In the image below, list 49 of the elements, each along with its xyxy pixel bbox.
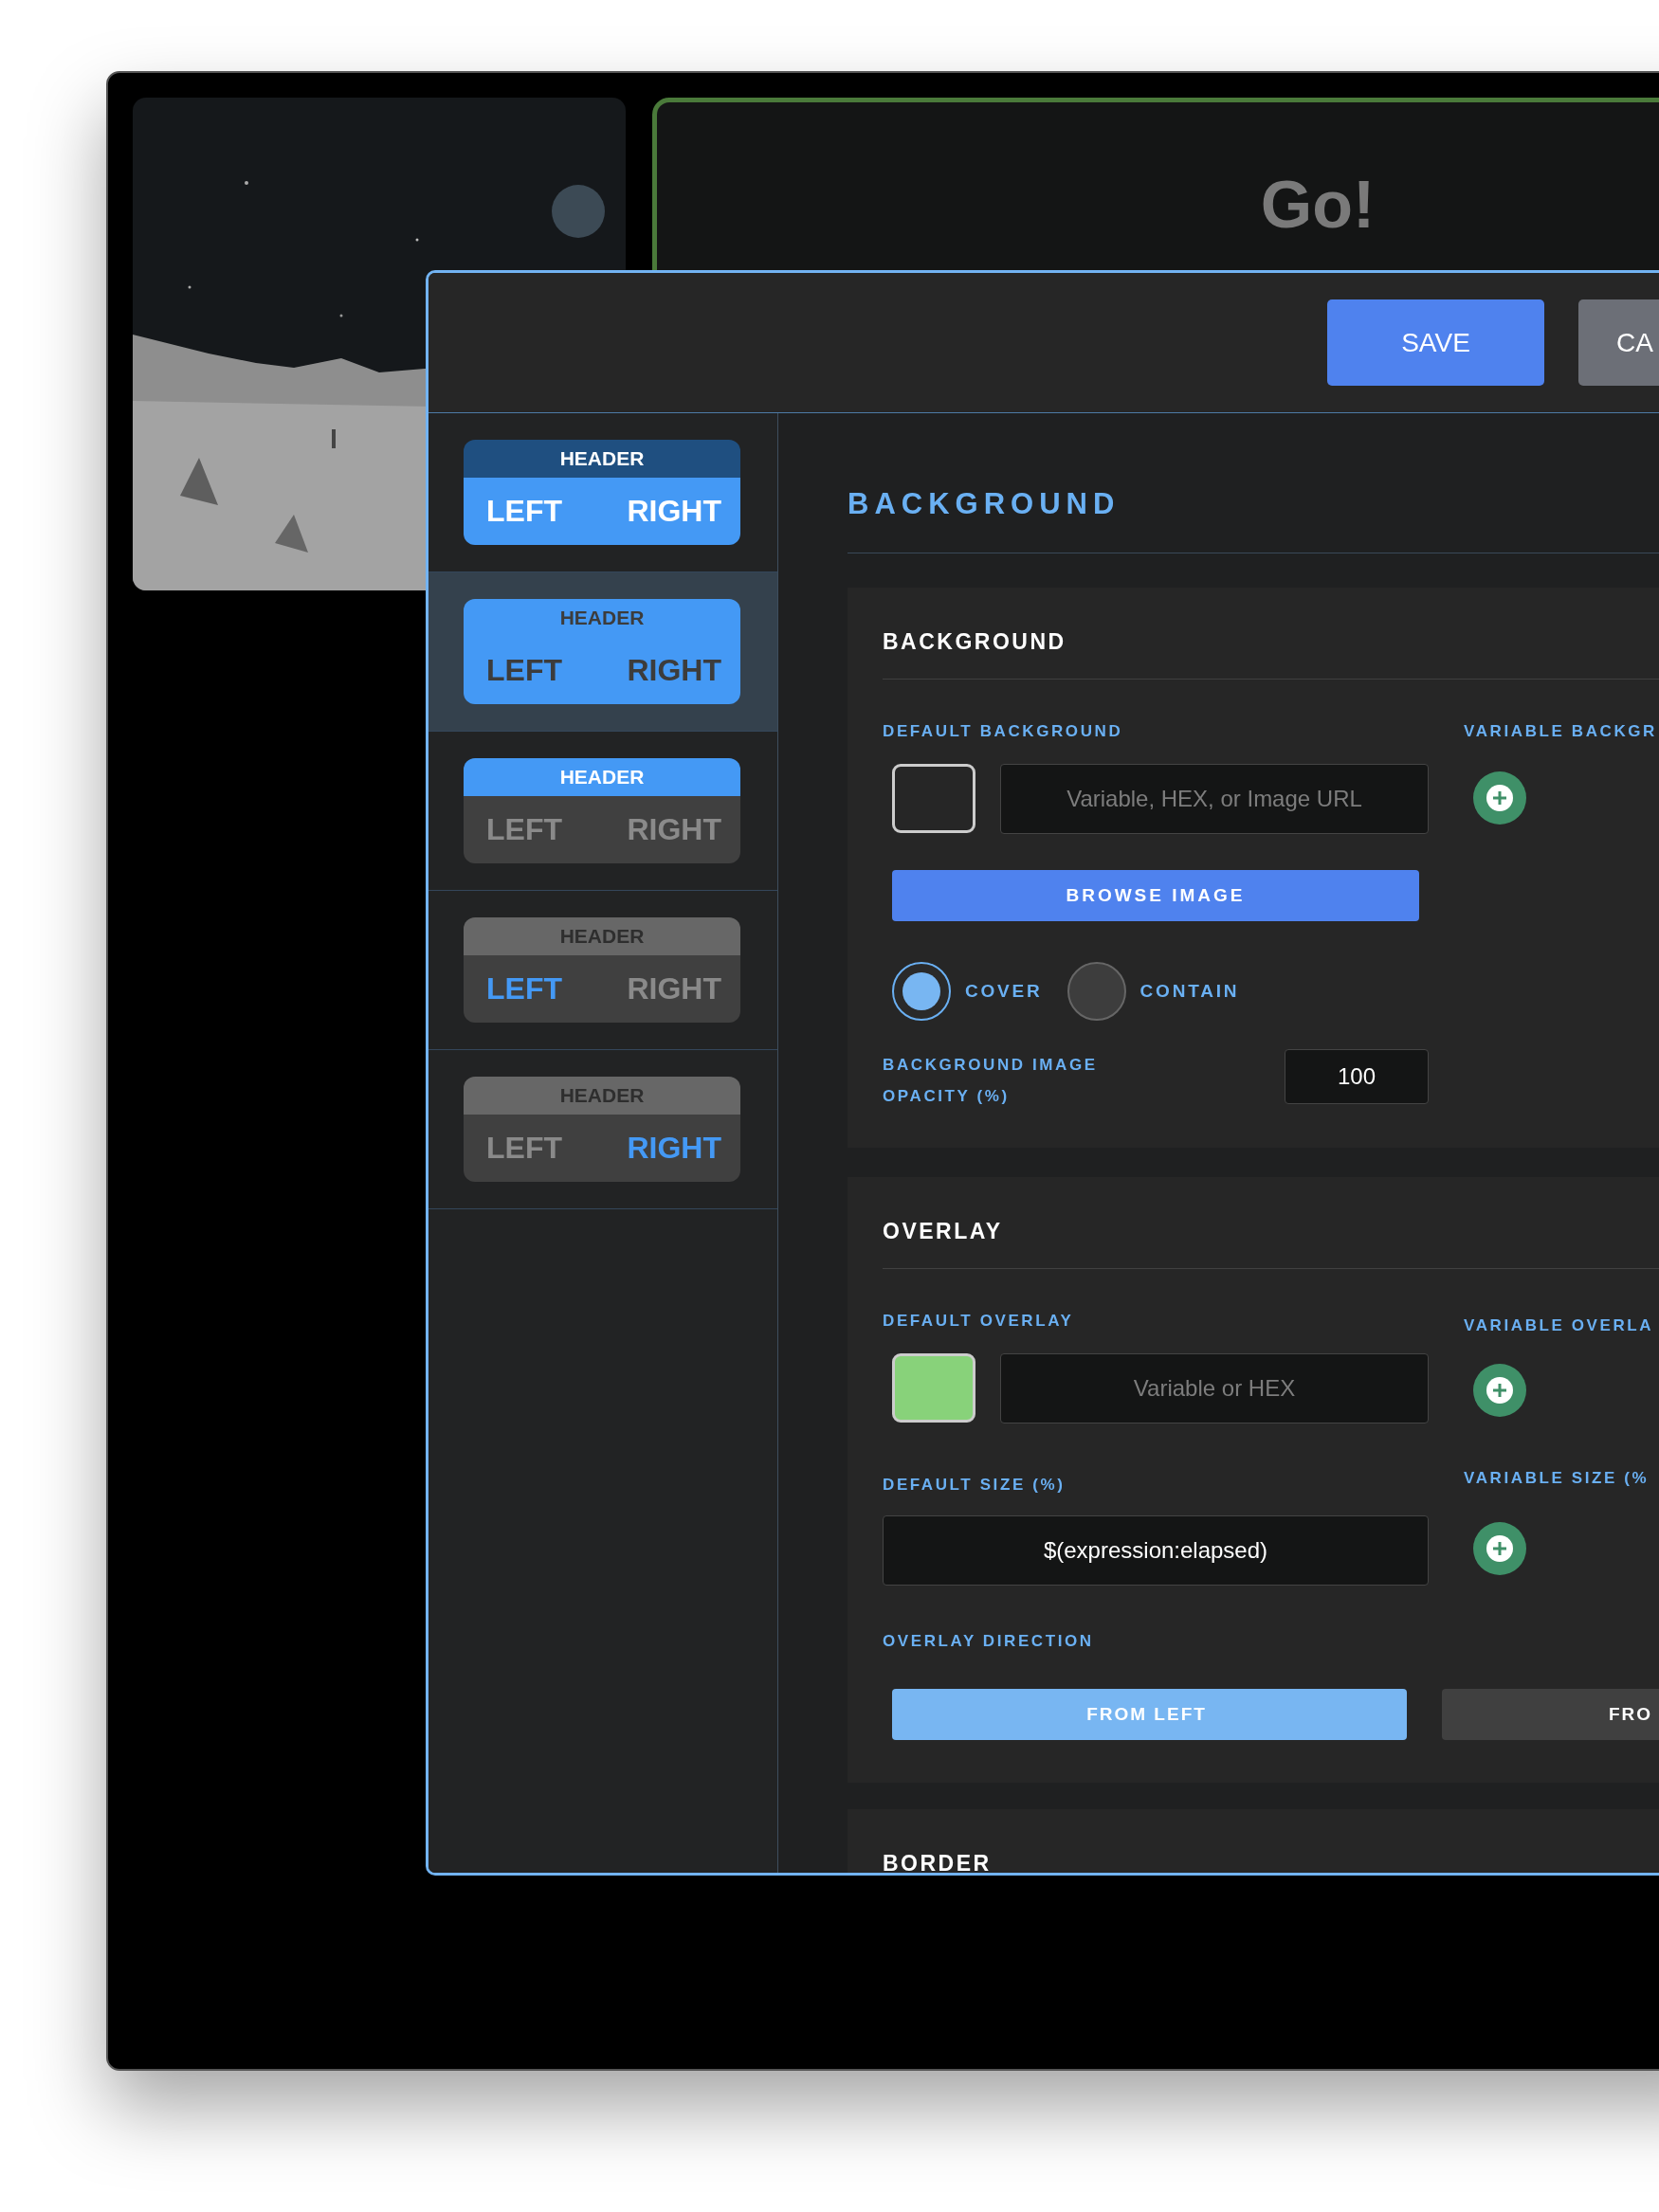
layout-right-label: RIGHT — [627, 653, 721, 688]
page-title: BACKGROUND — [848, 487, 1121, 521]
layout-header: HEADER — [464, 440, 740, 478]
layout-left-label: LEFT — [486, 971, 562, 1006]
radio-label: COVER — [965, 981, 1043, 1002]
layout-right-label: RIGHT — [627, 971, 721, 1006]
field-label: DEFAULT BACKGROUND — [883, 722, 1124, 741]
direction-button[interactable]: FROM LEFT — [892, 1689, 1407, 1740]
layout-left-label: LEFT — [486, 1131, 562, 1166]
layout-left-label: LEFT — [486, 653, 562, 688]
layout-item[interactable]: HEADER LEFT RIGHT — [428, 732, 777, 891]
field-label: BACKGROUND IMAGE OPACITY (%) — [883, 1055, 1099, 1107]
field-label: OVERLAY DIRECTION — [883, 1632, 1095, 1651]
color-swatch[interactable] — [892, 1353, 975, 1423]
field-label: VARIABLE SIZE (% — [1464, 1469, 1650, 1488]
layout-right-label: RIGHT — [627, 812, 721, 847]
radio-label: CONTAIN — [1139, 981, 1240, 1002]
layout-right-label: RIGHT — [627, 1131, 721, 1166]
section-title: BORDER — [883, 1851, 993, 1873]
overlay-input[interactable]: Variable or HEX — [1000, 1353, 1429, 1423]
layout-right-label: RIGHT — [627, 494, 721, 529]
color-swatch[interactable] — [892, 764, 975, 833]
size-input[interactable]: $(expression:elapsed) — [883, 1515, 1429, 1586]
add-icon[interactable] — [1473, 771, 1526, 825]
browse-image-button[interactable]: BROWSE IMAGE — [892, 870, 1419, 921]
layout-item[interactable]: HEADER LEFT RIGHT — [428, 1050, 777, 1209]
layout-item[interactable]: HEADER LEFT RIGHT — [428, 413, 777, 572]
field-label: VARIABLE BACKGR — [1464, 722, 1657, 741]
layout-header: HEADER — [464, 599, 740, 637]
section-title: OVERLAY — [883, 1219, 1004, 1244]
layout-left-label: LEFT — [486, 494, 562, 529]
layout-header: HEADER — [464, 917, 740, 955]
direction-button[interactable]: FRO — [1442, 1689, 1659, 1740]
opacity-input[interactable]: 100 — [1285, 1049, 1429, 1104]
layout-header: HEADER — [464, 758, 740, 796]
add-icon[interactable] — [1473, 1522, 1526, 1575]
section-title: BACKGROUND — [883, 629, 1067, 655]
add-icon[interactable] — [1473, 1364, 1526, 1417]
layout-item[interactable]: HEADER LEFT RIGHT — [428, 572, 777, 732]
field-label: VARIABLE OVERLA — [1464, 1316, 1654, 1335]
layout-left-label: LEFT — [486, 812, 562, 847]
field-label: DEFAULT SIZE (%) — [883, 1476, 1066, 1495]
layout-header: HEADER — [464, 1077, 740, 1115]
layout-item[interactable]: HEADER LEFT RIGHT — [428, 891, 777, 1050]
save-button[interactable]: SAVE — [1327, 299, 1544, 386]
background-input[interactable]: Variable, HEX, or Image URL — [1000, 764, 1429, 834]
field-label: DEFAULT OVERLAY — [883, 1312, 1075, 1331]
preview-title: Go! — [1259, 167, 1376, 243]
cancel-button[interactable]: CA — [1578, 299, 1659, 386]
